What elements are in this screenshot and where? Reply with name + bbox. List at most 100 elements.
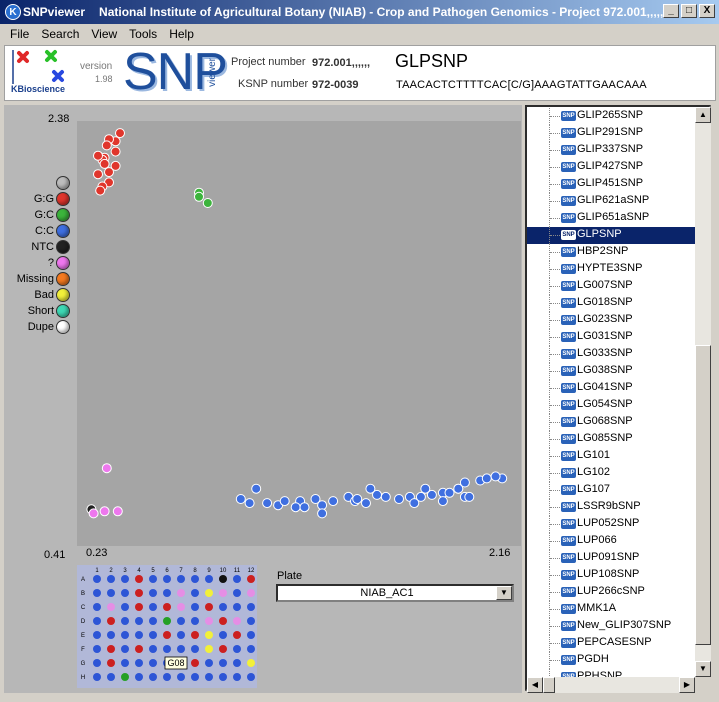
data-point[interactable]: [352, 494, 363, 504]
plate-well[interactable]: [219, 617, 227, 625]
data-point[interactable]: [464, 491, 475, 502]
plate-well[interactable]: [121, 645, 129, 653]
snp-list-item[interactable]: SNP LG018SNP: [527, 295, 695, 312]
plate-well[interactable]: [233, 631, 241, 639]
plate-well[interactable]: [247, 575, 255, 583]
data-point[interactable]: [101, 463, 112, 474]
legend-swatch[interactable]: [56, 192, 70, 206]
plate-well[interactable]: [177, 673, 185, 681]
snp-list-item[interactable]: SNP LG054SNP: [527, 397, 695, 414]
snp-list-item[interactable]: SNP GLIP337SNP: [527, 142, 695, 159]
plate-well[interactable]: [163, 645, 171, 653]
snp-list-item[interactable]: SNP LG068SNP: [527, 414, 695, 431]
snp-list-item[interactable]: SNP GLIP265SNP: [527, 108, 695, 125]
plate-well[interactable]: [163, 589, 171, 597]
plate-well[interactable]: [233, 589, 241, 597]
data-point[interactable]: [95, 185, 106, 196]
snp-list-item[interactable]: SNP LG085SNP: [527, 431, 695, 448]
scatter-plot[interactable]: [77, 121, 521, 546]
legend-swatch[interactable]: [56, 272, 70, 286]
snp-list-item[interactable]: SNP LG031SNP: [527, 329, 695, 346]
legend-swatch[interactable]: [56, 224, 70, 238]
plate-dropdown[interactable]: NIAB_AC1 ▼: [276, 584, 514, 602]
plate-well[interactable]: [93, 673, 101, 681]
plate-well[interactable]: [191, 617, 199, 625]
plate-well[interactable]: [121, 631, 129, 639]
plate-well[interactable]: [191, 659, 199, 667]
plate-well[interactable]: [149, 575, 157, 583]
snp-list-item[interactable]: SNP GLIP651aSNP: [527, 210, 695, 227]
plate-well[interactable]: [233, 645, 241, 653]
plate-well[interactable]: [219, 575, 227, 583]
plate-well[interactable]: [247, 603, 255, 611]
scroll-down-icon[interactable]: ▼: [695, 661, 711, 677]
plate-well[interactable]: [233, 617, 241, 625]
plate-well[interactable]: [163, 673, 171, 681]
plate-well[interactable]: [247, 589, 255, 597]
data-point[interactable]: [481, 473, 492, 484]
data-point[interactable]: [372, 489, 382, 500]
scroll-left-icon[interactable]: ◀: [527, 677, 543, 693]
plate-well[interactable]: [93, 617, 101, 625]
snp-list-item[interactable]: SNP LG007SNP: [527, 278, 695, 295]
plate-well[interactable]: [219, 659, 227, 667]
data-point[interactable]: [453, 483, 464, 494]
plate-well[interactable]: [107, 617, 115, 625]
chevron-down-icon[interactable]: ▼: [496, 586, 512, 600]
plate-well[interactable]: [177, 603, 185, 611]
data-point[interactable]: [279, 496, 290, 507]
plate-well[interactable]: [93, 631, 101, 639]
close-button[interactable]: X: [699, 4, 715, 18]
snp-list-item[interactable]: SNP PEPCASESNP: [527, 635, 695, 652]
plate-well[interactable]: [191, 603, 199, 611]
data-point[interactable]: [112, 506, 123, 517]
data-point[interactable]: [104, 167, 114, 178]
snp-list-item[interactable]: SNP New_GLIP307SNP: [527, 618, 695, 635]
plate-well[interactable]: [247, 617, 255, 625]
plate-well[interactable]: [191, 673, 199, 681]
plate-well[interactable]: [205, 575, 213, 583]
plate-well[interactable]: [135, 659, 143, 667]
plate-well[interactable]: [135, 575, 143, 583]
data-point[interactable]: [380, 491, 391, 502]
snp-list-item[interactable]: SNP LUP091SNP: [527, 550, 695, 567]
plate-well[interactable]: [107, 603, 115, 611]
plate-well[interactable]: [247, 659, 255, 667]
snp-list-item[interactable]: SNP LUP052SNP: [527, 516, 695, 533]
plate-well[interactable]: [149, 603, 157, 611]
plate-well[interactable]: [135, 603, 143, 611]
snp-list-item[interactable]: SNP HBP2SNP: [527, 244, 695, 261]
plate-well[interactable]: [219, 673, 227, 681]
plate-well[interactable]: [107, 659, 115, 667]
plate-well[interactable]: [191, 645, 199, 653]
data-point[interactable]: [115, 128, 125, 139]
menu-tools[interactable]: Tools: [123, 27, 163, 41]
plate-well[interactable]: [219, 603, 227, 611]
plate-well[interactable]: [121, 617, 129, 625]
data-point[interactable]: [88, 508, 99, 519]
data-point[interactable]: [235, 494, 246, 504]
vertical-scroll-thumb[interactable]: [695, 345, 711, 645]
legend-swatch[interactable]: [56, 176, 70, 190]
plate-well[interactable]: [205, 673, 213, 681]
plate-well[interactable]: [149, 673, 157, 681]
menu-search[interactable]: Search: [35, 27, 85, 41]
plate-well[interactable]: [191, 575, 199, 583]
plate-well[interactable]: [205, 659, 213, 667]
legend-swatch[interactable]: [56, 304, 70, 318]
plate-well[interactable]: [191, 631, 199, 639]
plate-well[interactable]: [93, 645, 101, 653]
minimize-button[interactable]: _: [663, 4, 679, 18]
snp-list-item[interactable]: SNP GLIP291SNP: [527, 125, 695, 142]
plate-well[interactable]: [93, 603, 101, 611]
legend-swatch[interactable]: [56, 256, 70, 270]
legend-swatch[interactable]: [56, 320, 70, 334]
legend-swatch[interactable]: [56, 208, 70, 222]
plate-well[interactable]: [149, 589, 157, 597]
data-point[interactable]: [328, 496, 339, 507]
data-point[interactable]: [361, 498, 371, 509]
plate-well[interactable]: [205, 645, 213, 653]
snp-list-item[interactable]: SNP PGDH: [527, 652, 695, 669]
plate-well[interactable]: [219, 589, 227, 597]
maximize-button[interactable]: □: [681, 4, 697, 18]
